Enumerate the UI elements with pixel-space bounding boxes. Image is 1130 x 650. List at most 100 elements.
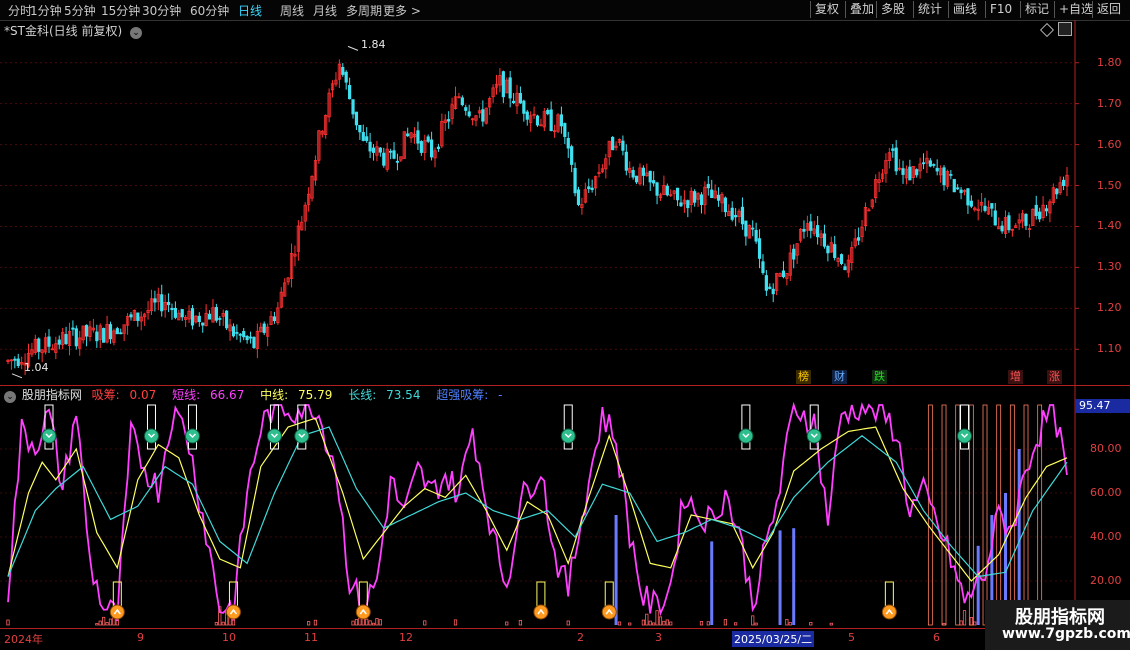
candle-body-233 bbox=[802, 228, 806, 232]
candle-body-289 bbox=[993, 210, 997, 226]
candle-body-291 bbox=[1000, 225, 1004, 232]
absorb-bar-26 bbox=[95, 623, 99, 626]
candle-body-71 bbox=[248, 336, 253, 339]
candle-body-244 bbox=[839, 254, 844, 264]
date-label-8: 5 bbox=[848, 631, 855, 644]
absorb-value: 0.07 bbox=[129, 388, 157, 402]
upper-axis-label-7: 1.10 bbox=[1097, 342, 1122, 356]
candle-body-133 bbox=[460, 97, 464, 106]
candle-body-3 bbox=[16, 358, 20, 366]
event-label-3[interactable]: 增 bbox=[1008, 370, 1023, 384]
candle-body-28 bbox=[102, 328, 106, 343]
candle-body-75 bbox=[262, 323, 266, 333]
candle-body-309 bbox=[1061, 179, 1066, 186]
candle-body-105 bbox=[365, 136, 369, 141]
absorb-bar-190 bbox=[655, 610, 659, 626]
absorb-bar-187 bbox=[645, 613, 649, 626]
absorb-bar-189 bbox=[652, 622, 656, 626]
candle-body-288 bbox=[990, 203, 994, 209]
candle-body-135 bbox=[467, 111, 471, 117]
candle-body-145 bbox=[501, 71, 505, 98]
candle-body-171 bbox=[590, 187, 594, 190]
super-value: - bbox=[498, 388, 503, 402]
signal-column-0 bbox=[927, 404, 933, 626]
date-label-5: 2 bbox=[577, 631, 584, 644]
candle-body-112 bbox=[389, 150, 393, 153]
candle-body-215 bbox=[740, 206, 745, 225]
absorb-bar-106 bbox=[368, 620, 372, 626]
candle-body-242 bbox=[833, 244, 837, 258]
event-label-1[interactable]: 财 bbox=[832, 370, 847, 384]
candle-body-239 bbox=[822, 233, 827, 247]
candle-body-281 bbox=[966, 188, 970, 206]
candle-body-276 bbox=[949, 174, 953, 176]
candle-body-170 bbox=[587, 186, 591, 190]
date-label-9: 6 bbox=[933, 631, 940, 644]
absorb-bar-109 bbox=[378, 619, 382, 626]
candle-body-266 bbox=[915, 169, 919, 176]
candle-body-19 bbox=[71, 327, 75, 330]
candle-body-227 bbox=[781, 270, 786, 278]
candle-body-100 bbox=[348, 85, 352, 100]
absorb-bar-219 bbox=[754, 622, 758, 626]
upper-axis-label-4: 1.40 bbox=[1097, 219, 1122, 233]
date-label-2: 10 bbox=[222, 631, 236, 644]
event-label-2[interactable]: 跌 bbox=[872, 370, 887, 384]
current-value-badge: 95.47 bbox=[1075, 399, 1130, 413]
long-label: 长线: bbox=[348, 388, 377, 402]
super-absorb-bar-4 bbox=[976, 545, 980, 625]
date-label-6: 3 bbox=[655, 631, 662, 644]
absorb-marker-icon-1 bbox=[225, 604, 241, 620]
candle-body-9 bbox=[37, 338, 41, 352]
candle-body-210 bbox=[723, 197, 727, 213]
absorb-bar-279 bbox=[959, 620, 963, 626]
absorb-bar-103 bbox=[358, 617, 362, 626]
candle-body-268 bbox=[921, 162, 926, 165]
candle-body-189 bbox=[652, 180, 656, 184]
candle-body-197 bbox=[679, 202, 683, 207]
mid-value: 75.79 bbox=[298, 388, 333, 402]
candle-body-113 bbox=[392, 150, 396, 159]
candle-body-134 bbox=[464, 107, 468, 111]
candle-body-62 bbox=[218, 318, 222, 320]
candle-body-216 bbox=[744, 220, 748, 237]
candle-body-278 bbox=[956, 187, 960, 190]
candle-body-103 bbox=[358, 124, 362, 133]
absorb-bar-28 bbox=[102, 616, 106, 626]
event-label-4[interactable]: 涨 bbox=[1047, 370, 1062, 384]
absorb-bar-105 bbox=[365, 618, 369, 626]
absorb-marker-icon-0 bbox=[109, 604, 125, 620]
event-label-0[interactable]: 榜 bbox=[796, 370, 811, 384]
high-price-label: 1.84 bbox=[361, 38, 386, 51]
candle-body-302 bbox=[1038, 211, 1042, 220]
candle-body-57 bbox=[201, 322, 205, 326]
candle-body-69 bbox=[242, 331, 246, 338]
candle-body-117 bbox=[406, 133, 410, 137]
candle-body-15 bbox=[57, 339, 61, 345]
indicator-toggle-icon[interactable]: ⌄ bbox=[4, 391, 16, 403]
candle-body-259 bbox=[891, 148, 895, 151]
candle-body-61 bbox=[214, 307, 218, 321]
absorb-bar-0 bbox=[6, 619, 10, 626]
candle-body-260 bbox=[894, 147, 898, 172]
candle-body-30 bbox=[108, 324, 113, 340]
candle-body-262 bbox=[901, 168, 905, 175]
absorb-bar-29 bbox=[105, 622, 109, 626]
super-readout: 超强吸筹: - bbox=[436, 388, 508, 402]
super-absorb-bar-7 bbox=[1017, 449, 1021, 625]
absorb-bar-282 bbox=[969, 616, 973, 626]
short-value: 66.67 bbox=[209, 388, 245, 402]
candle-body-286 bbox=[983, 205, 987, 211]
date-axis-divider bbox=[0, 628, 1130, 629]
absorb-marker-icon-4 bbox=[601, 604, 617, 620]
candle-body-190 bbox=[655, 182, 659, 196]
absorb-bar-182 bbox=[628, 622, 632, 626]
candle-body-33 bbox=[119, 332, 123, 335]
absorb-bar-213 bbox=[734, 622, 738, 626]
candle-body-139 bbox=[481, 109, 485, 122]
candle-body-298 bbox=[1024, 213, 1028, 226]
indicator-name[interactable]: 股朋指标网 bbox=[22, 388, 82, 402]
mid-label: 中线: bbox=[260, 388, 289, 402]
absorb-bar-194 bbox=[669, 621, 673, 626]
lower-axis-label-1: 60.00 bbox=[1090, 486, 1122, 499]
